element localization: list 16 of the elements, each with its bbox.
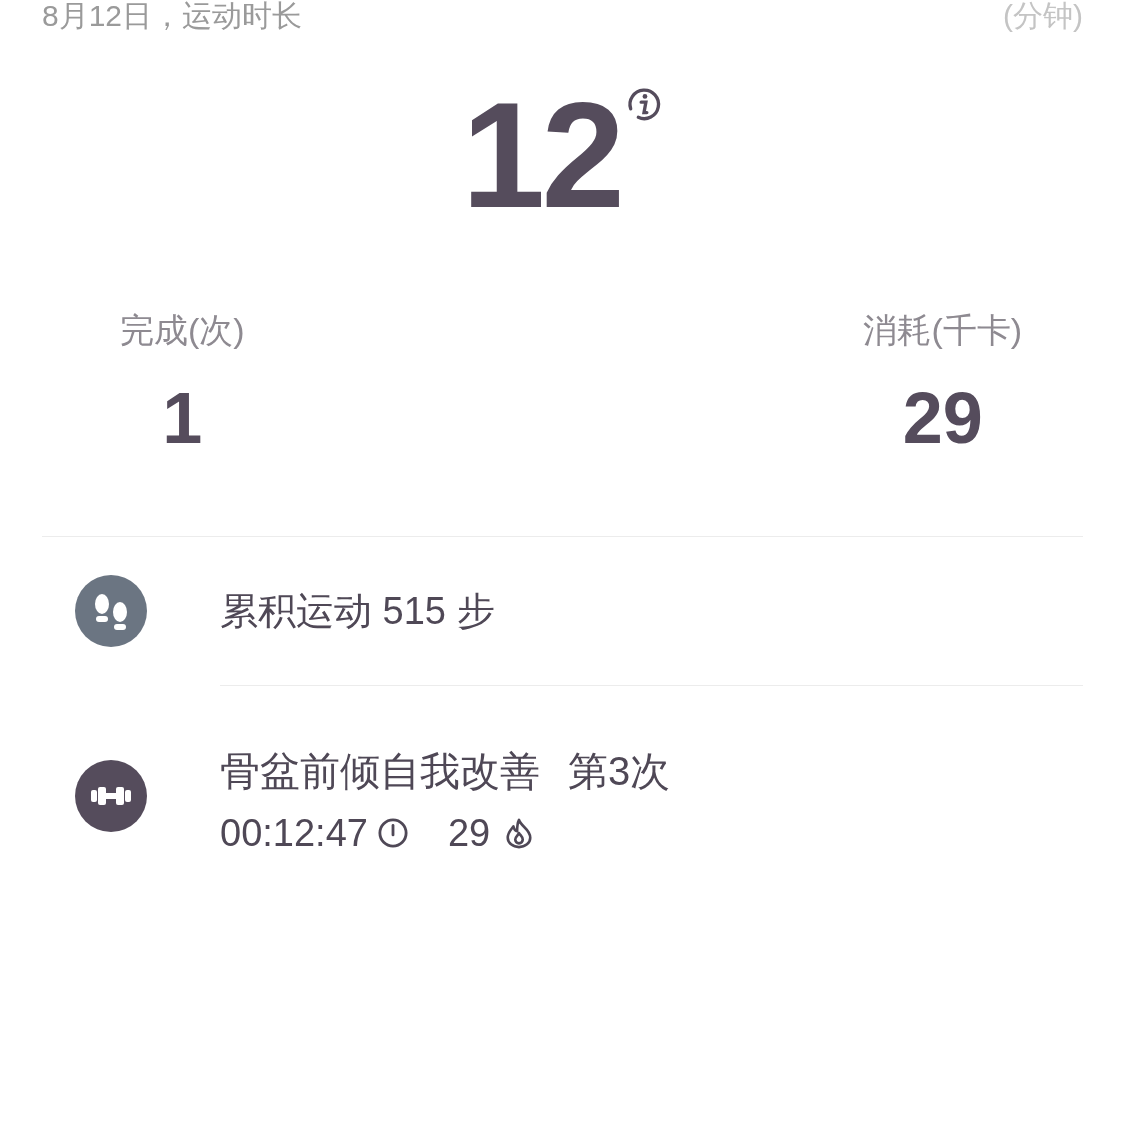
calories-value: 29 (447, 811, 491, 855)
steps-text: 累积运动 515 步 (220, 589, 495, 633)
stat-value: 29 (902, 380, 983, 456)
flame-icon (504, 817, 535, 849)
duration-time: 00:12:47 (220, 811, 368, 855)
session-count: 第3次 (568, 748, 671, 795)
dumbbell-icon (75, 760, 147, 832)
clock-icon (377, 818, 408, 848)
workout-title: 骨盆前倾自我改善 (220, 748, 540, 795)
date-label: 8月12日，运动时长 (42, 0, 303, 32)
stat-label: 消耗(千卡) (863, 310, 1023, 350)
stat-value: 1 (162, 380, 203, 456)
duration-value: 12 (461, 80, 622, 230)
stat-label: 完成(次) (119, 310, 245, 350)
unit-label: (分钟) (1003, 0, 1083, 32)
footprints-icon (75, 575, 147, 647)
